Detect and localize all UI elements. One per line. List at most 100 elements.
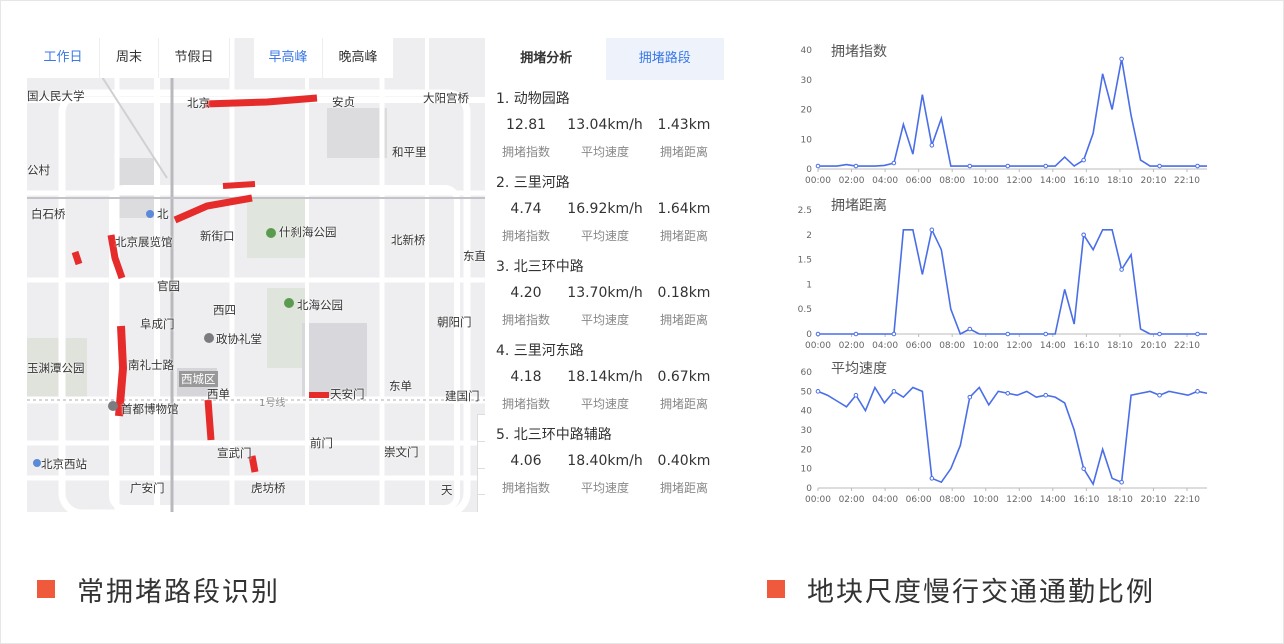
map-label: 崇文门 xyxy=(384,445,419,459)
tab-morning-peak[interactable]: 早高峰 xyxy=(254,38,323,78)
y-tick-label: 0 xyxy=(806,165,812,175)
x-tick-label: 14:00 xyxy=(1040,341,1066,351)
metric-value: 1.43km xyxy=(657,117,711,133)
metric-value: 4.06 xyxy=(510,453,542,469)
data-point xyxy=(967,394,973,400)
y-tick-label: 2 xyxy=(806,231,812,241)
x-tick-label: 22:10 xyxy=(1174,341,1200,351)
data-point xyxy=(1195,331,1200,337)
y-tick-label: 2.5 xyxy=(798,206,812,216)
metric-value: 18.40km/h xyxy=(567,453,643,469)
map-label: 新街口 xyxy=(200,229,235,243)
caption-left: 常拥堵路段识别 xyxy=(37,567,280,611)
road-name: 4. 三里河东路 xyxy=(496,343,584,359)
x-tick-label: 02:00 xyxy=(839,341,865,351)
tab-evening-peak[interactable]: 晚高峰 xyxy=(323,38,394,78)
metric-label: 拥堵距离 xyxy=(659,481,708,495)
list-item[interactable]: 5. 北三环中路辅路 4.06 拥堵指数 18.40km/h 平均速度 0.40km 拥堵距… xyxy=(487,416,724,500)
map-label: 政协礼堂 xyxy=(216,332,262,346)
data-point xyxy=(967,163,973,169)
list-item[interactable]: 3. 北三环中路 4.20 拥堵指数 13.70km/h 平均速度 0.18km 拥堵距离 xyxy=(487,248,724,332)
map-label: 广安门 xyxy=(130,481,165,495)
map-label: 天 xyxy=(441,483,453,497)
subway-label: 1号线 xyxy=(259,398,286,409)
metric-value: 0.40km xyxy=(657,453,711,469)
metric-value: 13.70km/h xyxy=(567,285,643,301)
tab-weekend[interactable]: 周末 xyxy=(100,38,159,78)
y-tick-label: 30 xyxy=(801,426,813,436)
map-label: 北海公园 xyxy=(297,298,343,312)
zoom-in-button[interactable]: + xyxy=(477,468,485,496)
metric-value: 18.14km/h xyxy=(567,369,643,385)
map-view[interactable]: 关 国人民大学 北京 安贞 大阳宫桥 和平里 公村 白石桥 北 北京展览馆 新街… xyxy=(27,38,485,512)
map-label: 白石桥 xyxy=(31,207,66,221)
square-bullet-icon xyxy=(767,580,785,598)
data-point xyxy=(815,389,821,394)
list-item[interactable]: 4. 三里河东路 4.18 拥堵指数 18.14km/h 平均速度 0.67km 拥堵距离 xyxy=(487,332,724,416)
line-charts: 01020304000:00 02:00 04:00 06:00 08:00 10:00 1… xyxy=(798,46,1208,505)
x-tick-label: 00:00 xyxy=(805,176,831,186)
tab-congested-segments[interactable]: 拥堵路段 xyxy=(605,38,724,80)
x-tick-label: 08:00 xyxy=(939,495,965,505)
map-label: 朝阳门 xyxy=(437,315,472,329)
map-label: 西四 xyxy=(213,303,236,317)
data-point xyxy=(891,389,897,394)
x-tick-label: 20:10 xyxy=(1140,495,1166,505)
map-label: 北京展览馆 xyxy=(115,235,173,249)
y-tick-label: 10 xyxy=(801,465,813,475)
data-point xyxy=(891,160,897,166)
x-tick-label: 02:00 xyxy=(839,495,865,505)
district-label: 西城区 xyxy=(179,371,218,387)
map-label: 天安门 xyxy=(330,387,365,401)
x-tick-label: 08:00 xyxy=(939,176,965,186)
caption-right: 地块尺度慢行交通通勤比例 xyxy=(767,567,1155,611)
chart-title: 拥堵距离 xyxy=(831,198,887,214)
x-tick-label: 16:10 xyxy=(1073,176,1099,186)
tab-holiday[interactable]: 节假日 xyxy=(159,38,230,78)
map-label: 大阳宫桥 xyxy=(423,91,469,105)
x-tick-label: 08:00 xyxy=(939,341,965,351)
data-point xyxy=(853,163,859,169)
x-tick-label: 18:10 xyxy=(1107,341,1133,351)
caption-text: 常拥堵路段识别 xyxy=(77,576,280,608)
y-tick-label: 30 xyxy=(801,76,813,86)
data-point xyxy=(1081,157,1086,163)
map-label: 北京西站 xyxy=(41,457,87,471)
metric-value: 4.18 xyxy=(510,369,542,385)
metric-label: 平均速度 xyxy=(580,229,629,243)
x-tick-label: 18:10 xyxy=(1107,176,1133,186)
map-label: 南礼士路 xyxy=(128,358,174,372)
y-tick-label: 40 xyxy=(801,46,813,56)
x-tick-label: 14:00 xyxy=(1040,495,1066,505)
x-tick-label: 04:00 xyxy=(872,495,898,505)
data-point xyxy=(1119,267,1124,272)
map-label: 北京 xyxy=(187,96,210,110)
series-line xyxy=(818,227,1207,336)
road-name: 3. 北三环中路 xyxy=(496,259,584,275)
metric-label: 拥堵距离 xyxy=(659,229,708,243)
data-point xyxy=(1119,479,1124,485)
locate-icon[interactable]: ◎ xyxy=(477,441,485,469)
metric-value: 4.74 xyxy=(510,201,542,217)
map-label: 安贞 xyxy=(332,95,355,109)
metric-label: 平均速度 xyxy=(580,145,629,159)
y-tick-label: 20 xyxy=(801,106,813,116)
metric-value: 0.18km xyxy=(657,285,711,301)
road-name: 2. 三里河路 xyxy=(496,175,570,191)
tab-weekday[interactable]: 工作日 xyxy=(27,38,100,78)
list-item[interactable]: 1. 动物园路 12.81 拥堵指数 13.04km/h 平均速度 1.43km 拥堵距离 xyxy=(487,80,724,164)
fullscreen-icon[interactable]: ⤢ xyxy=(477,414,485,442)
metric-value: 13.04km/h xyxy=(567,117,643,133)
y-tick-label: 0 xyxy=(806,330,812,340)
list-item[interactable]: 2. 三里河路 4.74 拥堵指数 16.92km/h 平均速度 1.64km 拥堵距离 xyxy=(487,164,724,248)
data-point xyxy=(1119,56,1124,62)
x-tick-label: 12:00 xyxy=(1006,341,1032,351)
series-line xyxy=(818,58,1207,168)
tab-congestion-analysis[interactable]: 拥堵分析 xyxy=(487,38,606,80)
map-label: 东直 xyxy=(463,249,485,263)
map-label: 首都博物馆 xyxy=(121,402,179,416)
map-roads xyxy=(27,38,485,512)
series-line xyxy=(817,385,1208,487)
data-point xyxy=(1005,163,1011,169)
zoom-out-button[interactable]: − xyxy=(477,494,485,512)
